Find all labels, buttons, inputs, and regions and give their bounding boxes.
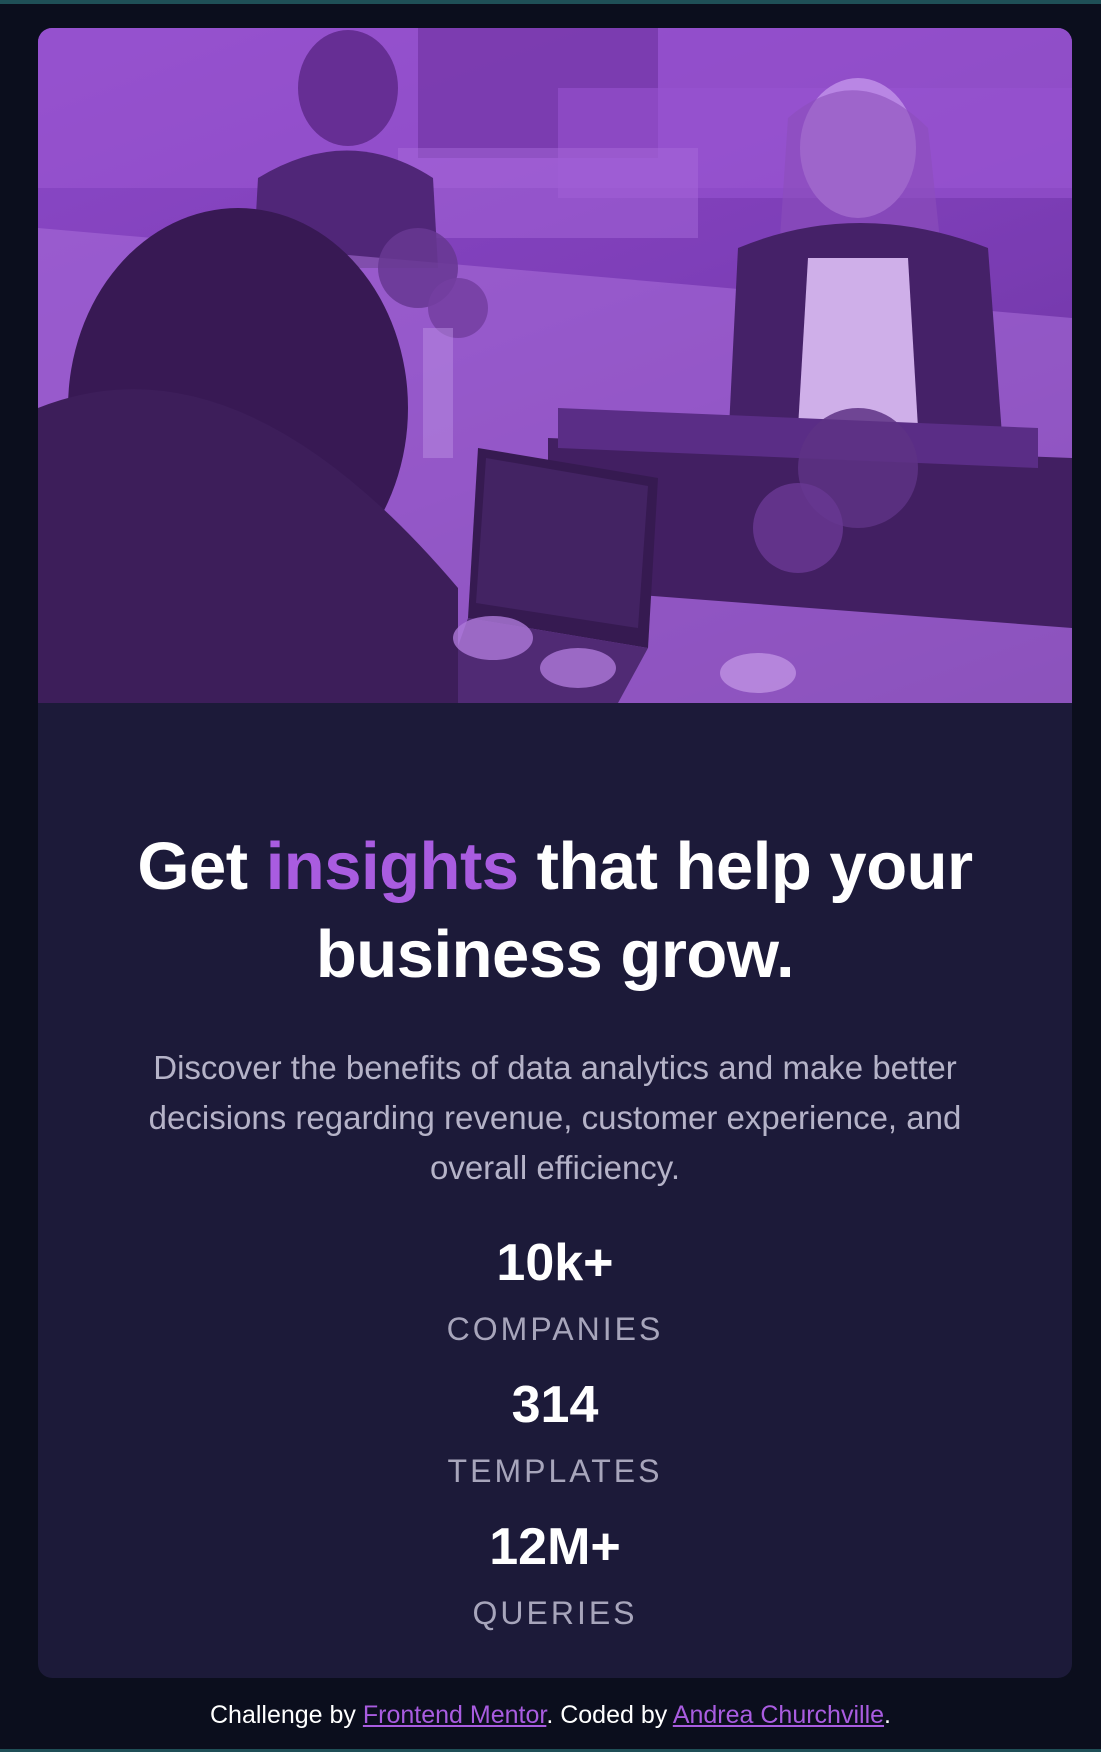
footer-suffix: . [884, 1701, 891, 1729]
headline-accent-word: insights [265, 829, 519, 904]
stat-companies: 10k+ COMPANIES [38, 1233, 1072, 1351]
footer-prefix: Challenge by [210, 1701, 363, 1729]
stat-templates: 314 TEMPLATES [38, 1375, 1072, 1493]
stat-value: 314 [511, 1376, 599, 1434]
headline-text-start: Get [137, 829, 266, 904]
stat-value: 12M+ [489, 1518, 621, 1576]
stat-label: COMPANIES [446, 1311, 664, 1347]
footer-middle: . Coded by [546, 1701, 673, 1729]
stat-queries: 12M+ QUERIES [38, 1517, 1072, 1635]
stat-label: TEMPLATES [447, 1453, 663, 1489]
attribution-footer: Challenge by Frontend Mentor. Coded by A… [0, 1697, 1101, 1733]
card-headline: Get insights that help your business gro… [38, 823, 1072, 999]
frontend-mentor-link[interactable]: Frontend Mentor [363, 1701, 546, 1729]
stat-value: 10k+ [496, 1234, 614, 1292]
office-photo-illustration [38, 28, 1072, 703]
stat-label: QUERIES [472, 1595, 638, 1631]
card-description: Discover the benefits of data analytics … [148, 1049, 962, 1186]
hero-image [38, 28, 1072, 703]
top-border [0, 0, 1101, 4]
stats-card: Get insights that help your business gro… [38, 28, 1072, 1678]
author-link[interactable]: Andrea Churchville [673, 1701, 884, 1729]
